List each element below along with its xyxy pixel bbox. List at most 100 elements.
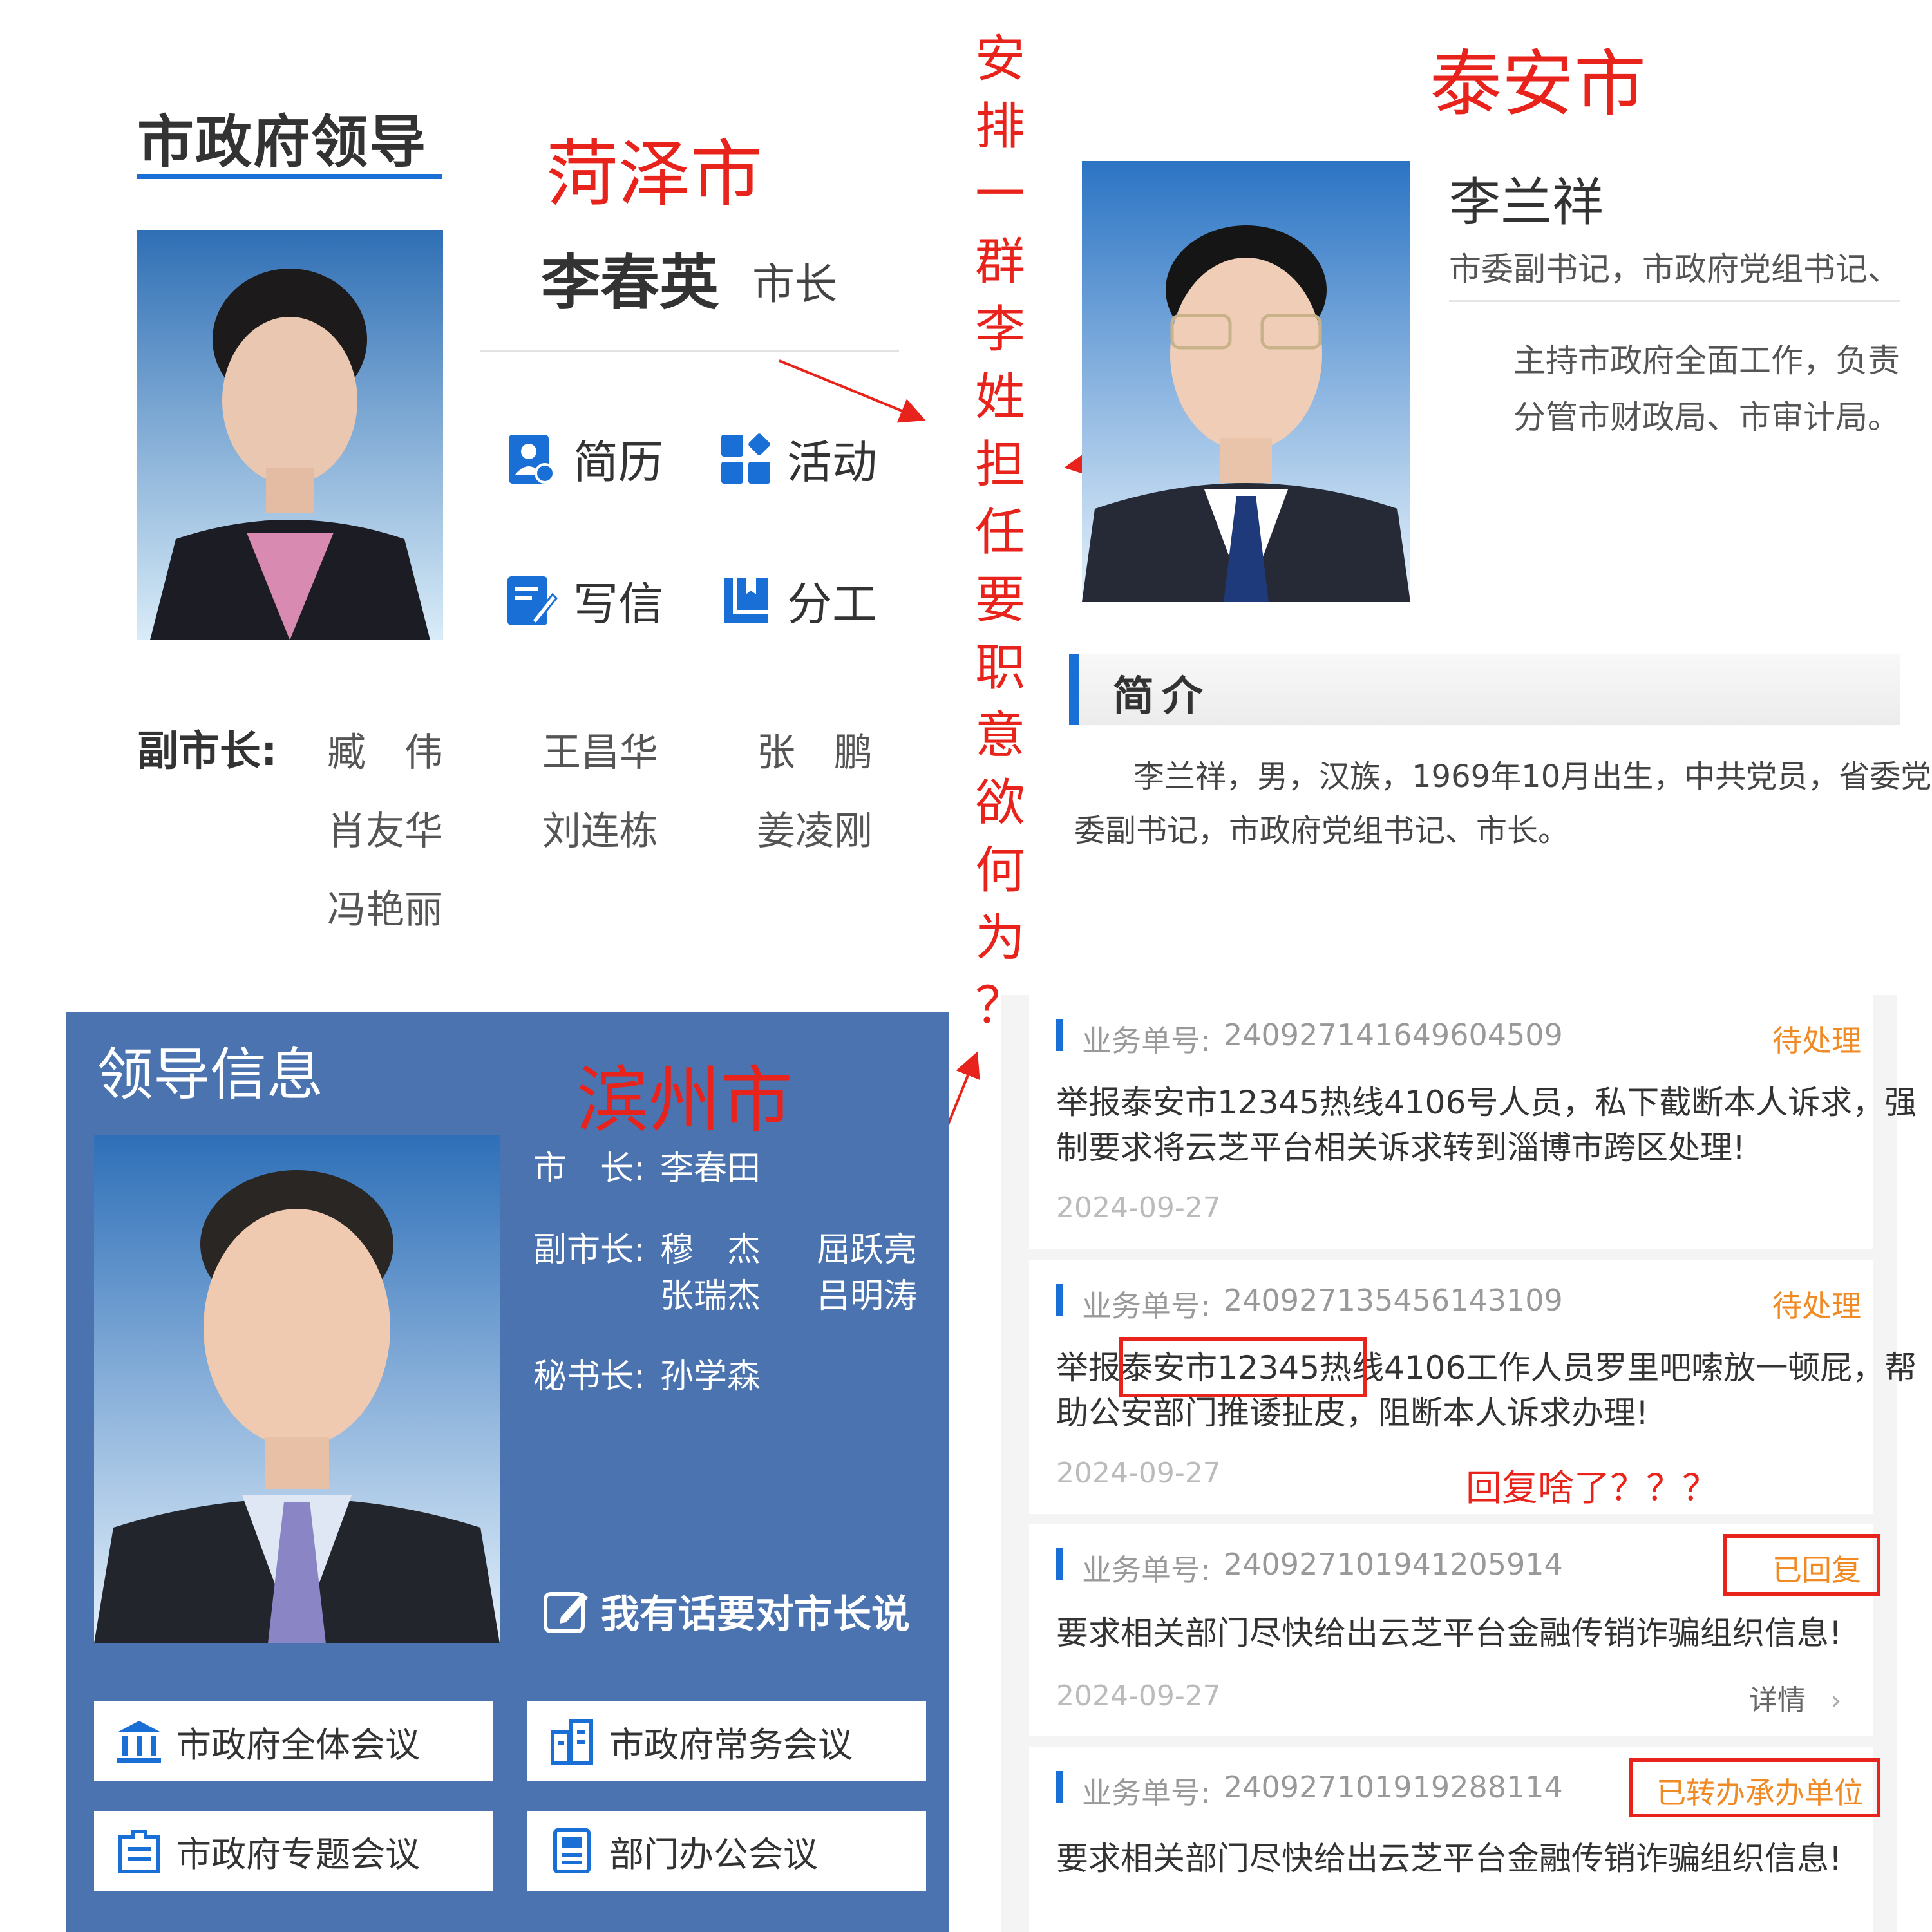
reply-annotation: 回复啥了？？？ <box>1466 1468 1718 1510</box>
resume-button[interactable]: 简历 <box>506 426 663 491</box>
taian-mayor-name: 李兰祥 <box>1449 173 1604 232</box>
highlight-box <box>1119 1337 1367 1397</box>
binzhou-vice-mayor: 穆 杰 <box>660 1231 761 1269</box>
ticket-id: 240927101919288114 <box>1224 1770 1563 1804</box>
divider <box>1449 300 1900 302</box>
ticket-status: 已转办承办单位 <box>1656 1776 1864 1810</box>
heze-vice-mayor: 刘连栋 <box>542 809 658 854</box>
write-letter-label: 写信 <box>573 578 663 630</box>
title-underline <box>137 174 442 179</box>
ticket-status: 已回复 <box>1772 1553 1861 1587</box>
taian-mayor-role: 市委副书记，市政府党组书记、 <box>1449 251 1900 288</box>
binzhou-vice-mayor: 张瑞杰 <box>660 1277 761 1316</box>
heze-vice-mayor: 冯艳丽 <box>327 887 443 933</box>
ticket-marker <box>1056 1771 1063 1803</box>
heze-mayor-role: 市长 <box>752 260 837 309</box>
heze-section-title: 市政府领导 <box>137 109 428 175</box>
binzhou-secretary-name: 孙学森 <box>660 1358 761 1396</box>
ticket-id: 240927141649604509 <box>1224 1018 1563 1052</box>
heze-mayor-photo <box>137 230 443 640</box>
ticket-id: 240927135456143109 <box>1224 1283 1563 1318</box>
ticket-status: 待处理 <box>1772 1289 1861 1323</box>
binzhou-panel-title: 领导信息 <box>97 1041 324 1108</box>
ticket-status: 待处理 <box>1772 1023 1861 1058</box>
message-mayor-link[interactable]: 我有话要对市长说 <box>543 1583 910 1639</box>
taian-duty-line: 分管市财政局、市审计局。 <box>1513 399 1900 436</box>
ticket-date: 2024-09-27 <box>1056 1457 1221 1490</box>
resume-icon <box>509 434 555 484</box>
heze-vice-mayor-label: 副市长: <box>137 728 278 775</box>
plenary-meeting-label: 市政府全体会议 <box>176 1724 420 1765</box>
taian-mayor-photo <box>1082 161 1410 602</box>
annotation-char: 为 <box>974 909 1025 967</box>
annotation-char: 群 <box>974 233 1025 291</box>
binzhou-secretary-label: 秘书长: <box>533 1358 645 1396</box>
heze-mayor-name: 李春英 <box>541 249 719 317</box>
ticket-detail-link[interactable]: 详情 › <box>1749 1677 1842 1718</box>
heze-vice-mayor: 肖友华 <box>327 809 443 854</box>
department-meeting-label: 部门办公会议 <box>609 1833 818 1875</box>
taian-bio-line: 李兰祥，男，汉族，1969年10月出生，中共党员，省委党校 <box>1133 759 1932 795</box>
division-label: 分工 <box>787 578 877 630</box>
office-building-icon <box>551 1719 593 1765</box>
activity-icon <box>721 433 770 484</box>
heze-vice-mayor: 王昌华 <box>542 730 658 775</box>
taian-bio-line: 委副书记，市政府党组书记、市长。 <box>1074 813 1569 849</box>
special-meeting-label: 市政府专题会议 <box>176 1833 420 1875</box>
standing-meeting-label: 市政府常务会议 <box>609 1724 853 1765</box>
ticket-detail-label: 详情 <box>1749 1684 1806 1717</box>
activity-label: 活动 <box>787 436 877 489</box>
ticket-marker <box>1056 1019 1063 1051</box>
ticket-id: 240927101941205914 <box>1224 1547 1563 1582</box>
intro-title: 简介 <box>1113 673 1211 721</box>
annotation-char: 一 <box>974 166 1025 223</box>
document-tray-icon <box>118 1830 160 1873</box>
ticket-id-label: 业务单号: <box>1082 1289 1211 1323</box>
standing-meeting-button[interactable]: 市政府常务会议 <box>527 1701 926 1781</box>
binzhou-vice-mayor: 吕明涛 <box>817 1277 918 1316</box>
special-meeting-button[interactable]: 市政府专题会议 <box>94 1811 493 1891</box>
annotation-char: 任 <box>974 504 1025 562</box>
ticket-marker <box>1056 1284 1063 1316</box>
annotation-char: 排 <box>974 98 1025 156</box>
annotation-char: 安 <box>974 30 1025 88</box>
taian-duty-line: 主持市政府全面工作，负责 <box>1513 342 1900 379</box>
ticket-date: 2024-09-27 <box>1056 1191 1221 1224</box>
annotation-char: 何 <box>974 842 1025 900</box>
resume-label: 简历 <box>573 436 663 489</box>
binzhou-mayor-name: 李春田 <box>660 1150 761 1188</box>
binzhou-city-label: 滨州市 <box>576 1059 793 1142</box>
division-button[interactable]: 分工 <box>720 568 877 633</box>
annotation-char: 欲 <box>974 774 1025 832</box>
write-letter-icon <box>507 576 558 625</box>
binzhou-mayor-photo <box>94 1135 500 1643</box>
edit-message-icon <box>544 1591 588 1633</box>
heze-city-label: 菏泽市 <box>546 133 762 216</box>
activity-button[interactable]: 活动 <box>720 426 877 491</box>
annotation-char: 意 <box>974 706 1025 764</box>
plenary-meeting-button[interactable]: 市政府全体会议 <box>94 1701 493 1781</box>
ticket-id-label: 业务单号: <box>1082 1023 1211 1058</box>
annotation-char: 李 <box>974 301 1025 359</box>
department-meeting-button[interactable]: 部门办公会议 <box>527 1811 926 1891</box>
heze-vice-mayor: 张 鹏 <box>757 730 873 775</box>
ticket-date: 2024-09-27 <box>1056 1680 1221 1712</box>
write-letter-button[interactable]: 写信 <box>506 568 663 633</box>
ticket-body-line: 制要求将云芝平台相关诉求转到淄博市跨区处理! <box>1056 1129 1746 1166</box>
binzhou-vice-label: 副市长: <box>533 1231 645 1269</box>
annotation-char: 姓 <box>974 368 1025 426</box>
message-mayor-label: 我有话要对市长说 <box>601 1592 910 1637</box>
ticket-body-line: 举报泰安市12345热线4106号人员，私下截断本人诉求，强 <box>1056 1084 1917 1121</box>
department-doc-icon <box>553 1828 591 1873</box>
division-icon <box>724 577 768 623</box>
ticket-body-line: 要求相关部门尽快给出云芝平台金融传销诈骗组织信息! <box>1056 1615 1842 1652</box>
binzhou-vice-mayor: 屈跃亮 <box>817 1231 918 1269</box>
annotation-char: 担 <box>974 436 1025 494</box>
divider <box>480 350 899 352</box>
vertical-annotation: 安 排 一 群 李 姓 担 任 要 职 意 欲 何 为 ？ <box>961 26 1039 1040</box>
ticket-marker <box>1056 1548 1063 1580</box>
ticket-body-line: 助公安部门推诿扯皮，阻断本人诉求办理! <box>1056 1394 1649 1432</box>
ticket-id-label: 业务单号: <box>1082 1553 1211 1587</box>
ticket-id-label: 业务单号: <box>1082 1776 1211 1810</box>
annotation-char: 要 <box>974 571 1025 629</box>
